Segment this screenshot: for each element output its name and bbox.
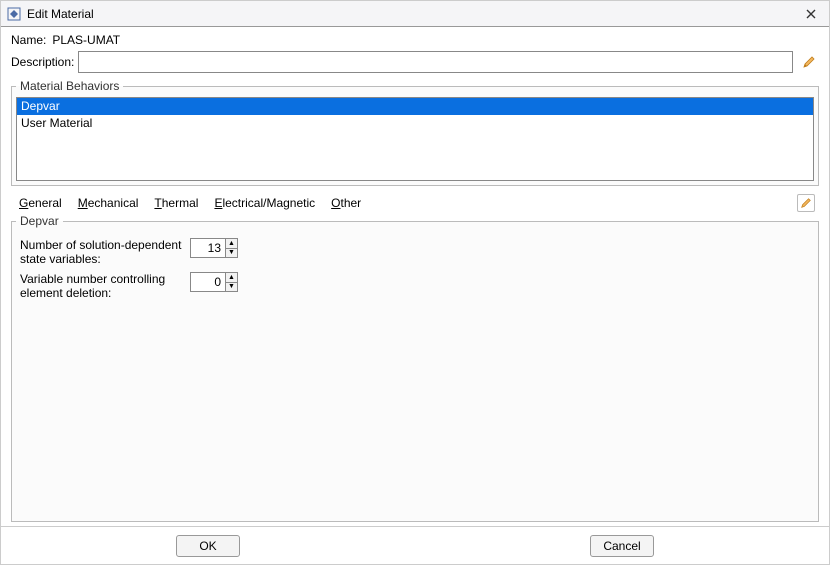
close-button[interactable] bbox=[799, 4, 823, 24]
material-behaviors-group: Material Behaviors Depvar User Material bbox=[11, 79, 819, 186]
ok-button[interactable]: OK bbox=[176, 535, 240, 557]
menu-electrical-magnetic[interactable]: Electrical/Magnetic bbox=[214, 196, 315, 210]
num-state-vars-input[interactable] bbox=[191, 239, 225, 257]
menu-thermal[interactable]: Thermal bbox=[154, 196, 198, 210]
window-title: Edit Material bbox=[27, 7, 799, 21]
num-state-vars-row: Number of solution-dependent state varia… bbox=[20, 238, 810, 266]
depvar-legend: Depvar bbox=[16, 214, 63, 228]
del-var-spin-buttons: ▲ ▼ bbox=[225, 273, 237, 291]
dialog-footer: OK Cancel bbox=[1, 526, 829, 564]
del-var-row: Variable number controlling element dele… bbox=[20, 272, 810, 300]
material-behaviors-legend: Material Behaviors bbox=[16, 79, 123, 93]
name-value: PLAS-UMAT bbox=[52, 33, 120, 47]
del-var-label: Variable number controlling element dele… bbox=[20, 272, 190, 300]
title-bar: Edit Material bbox=[1, 1, 829, 27]
depvar-group: Depvar Number of solution-dependent stat… bbox=[11, 214, 819, 522]
edit-material-dialog: Edit Material Name: PLAS-UMAT Descriptio… bbox=[0, 0, 830, 565]
menu-general[interactable]: General bbox=[19, 196, 62, 210]
behavior-item-depvar[interactable]: Depvar bbox=[17, 98, 813, 115]
edit-description-button[interactable] bbox=[799, 51, 819, 73]
menu-mechanical[interactable]: Mechanical bbox=[78, 196, 139, 210]
description-row: Description: bbox=[11, 51, 819, 73]
material-behaviors-list[interactable]: Depvar User Material bbox=[16, 97, 814, 181]
del-var-input[interactable] bbox=[191, 273, 225, 291]
num-state-vars-spin-buttons: ▲ ▼ bbox=[225, 239, 237, 257]
name-label: Name: bbox=[11, 33, 46, 47]
cancel-button[interactable]: Cancel bbox=[590, 535, 654, 557]
behavior-item-user-material[interactable]: User Material bbox=[17, 115, 813, 132]
behavior-menubar: General Mechanical Thermal Electrical/Ma… bbox=[11, 190, 819, 214]
del-var-spinner[interactable]: ▲ ▼ bbox=[190, 272, 238, 292]
num-state-vars-spinner[interactable]: ▲ ▼ bbox=[190, 238, 238, 258]
app-icon bbox=[7, 7, 21, 21]
num-state-vars-label: Number of solution-dependent state varia… bbox=[20, 238, 190, 266]
name-row: Name: PLAS-UMAT bbox=[11, 33, 819, 47]
menu-other[interactable]: Other bbox=[331, 196, 361, 210]
num-state-vars-down[interactable]: ▼ bbox=[226, 249, 237, 258]
depvar-body: Number of solution-dependent state varia… bbox=[16, 232, 814, 312]
description-label: Description: bbox=[11, 55, 74, 69]
num-state-vars-up[interactable]: ▲ bbox=[226, 239, 237, 249]
description-input[interactable] bbox=[78, 51, 793, 73]
del-var-down[interactable]: ▼ bbox=[226, 283, 237, 292]
dialog-content: Name: PLAS-UMAT Description: Material Be… bbox=[1, 27, 829, 526]
material-editor-settings-button[interactable] bbox=[797, 194, 815, 212]
del-var-up[interactable]: ▲ bbox=[226, 273, 237, 283]
